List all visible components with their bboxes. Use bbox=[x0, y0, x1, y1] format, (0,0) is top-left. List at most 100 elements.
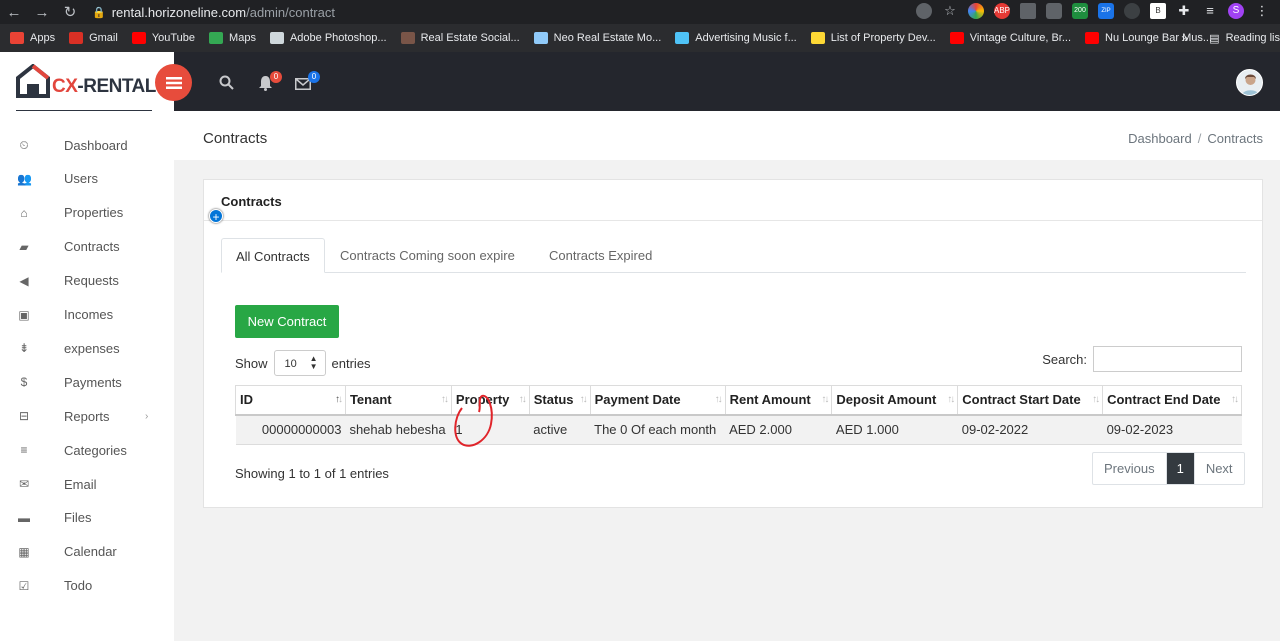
sidebar-item-email[interactable]: ✉ Email bbox=[0, 469, 174, 499]
bookmark-item[interactable]: Vintage Culture, Br... bbox=[949, 32, 1071, 44]
logo[interactable]: CX-RENTAL bbox=[16, 64, 156, 98]
breadcrumb-current: Contracts bbox=[1207, 131, 1263, 146]
table-search: Search: bbox=[1042, 346, 1242, 372]
sidebar-item-calendar[interactable]: ▦ Calendar bbox=[0, 537, 174, 567]
sidebar-item-reports[interactable]: ⊟ Reports › bbox=[0, 401, 174, 431]
cursor-extension-icon[interactable] bbox=[1124, 3, 1140, 19]
show-label: Show bbox=[235, 355, 268, 371]
reading-list[interactable]: ▤ Reading lis bbox=[1209, 32, 1280, 45]
profile-avatar[interactable]: S bbox=[1228, 3, 1244, 19]
bookmark-item[interactable]: Adobe Photoshop... bbox=[269, 32, 387, 44]
column-header-payment-date[interactable]: Payment Date ↑↓ bbox=[589, 385, 726, 416]
select-arrows-icon: ▲ ▼ bbox=[309, 354, 318, 371]
sidebar-item-categories[interactable]: ≡ Categories bbox=[0, 435, 174, 465]
pagination-page-1[interactable]: 1 bbox=[1165, 453, 1195, 484]
bookmark-item[interactable]: Gmail bbox=[69, 32, 118, 44]
sidebar-toggle-button[interactable] bbox=[155, 64, 192, 101]
contracts-tabs: All Contracts Contracts Coming soon expi… bbox=[221, 238, 1246, 273]
dollar-icon: $ bbox=[20, 375, 28, 390]
column-header-label: Rent Amount bbox=[729, 392, 811, 408]
tab-coming-soon-expire[interactable]: Contracts Coming soon expire bbox=[326, 238, 529, 273]
extension-icon[interactable] bbox=[1020, 3, 1036, 19]
column-header-contract-start-date[interactable]: Contract Start Date ↑↓ bbox=[957, 385, 1104, 416]
sidebar-item-requests[interactable]: ◀ Requests bbox=[0, 266, 174, 296]
sidebar-item-payments[interactable]: $ Payments bbox=[0, 367, 174, 397]
kebab-menu-icon[interactable]: ⋮ bbox=[1254, 3, 1270, 19]
sort-arrows-icon: ↑↓ bbox=[579, 394, 588, 405]
user-avatar[interactable] bbox=[1236, 69, 1263, 96]
zip-extension-icon[interactable]: ZIP bbox=[1098, 3, 1114, 19]
logo-text: CX-RENTAL bbox=[52, 76, 156, 98]
column-header-label: Deposit Amount bbox=[836, 392, 937, 408]
camera-icon[interactable] bbox=[1046, 3, 1062, 19]
puzzle-icon[interactable]: ✚ bbox=[1176, 3, 1192, 19]
bookmark-favicon-icon bbox=[10, 32, 24, 44]
bookmark-item[interactable]: Nu Lounge Bar Mus... bbox=[1085, 32, 1212, 44]
bookmark-item[interactable]: Real Estate Social... bbox=[400, 32, 520, 44]
column-header-label: Contract End Date bbox=[1107, 392, 1221, 408]
color-extension-icon[interactable] bbox=[968, 3, 984, 19]
sidebar-item-contracts[interactable]: ▰ Contracts bbox=[0, 232, 174, 262]
sidebar-item-dashboard[interactable]: ⏲ Dashboard bbox=[0, 130, 174, 160]
media-icon[interactable]: ≡ bbox=[1202, 3, 1218, 19]
browser-toolbar: ← → ↻ 🔒 rental.horizoneline.com/admin/co… bbox=[0, 0, 1280, 24]
lock-icon[interactable]: 🔒 bbox=[92, 6, 106, 19]
column-header-contract-end-date[interactable]: Contract End Date ↑↓ bbox=[1102, 385, 1242, 416]
back-icon[interactable]: ← bbox=[0, 4, 28, 21]
home-icon: ⌂ bbox=[20, 205, 28, 220]
pagination-next[interactable]: Next bbox=[1195, 453, 1244, 484]
column-header-deposit-amount[interactable]: Deposit Amount ↑↓ bbox=[831, 385, 959, 416]
b-extension-icon[interactable]: B bbox=[1150, 3, 1166, 19]
messages-badge: 0 bbox=[308, 71, 320, 83]
forward-icon[interactable]: → bbox=[28, 4, 56, 21]
column-header-rent-amount[interactable]: Rent Amount ↑↓ bbox=[724, 385, 833, 416]
column-header-tenant[interactable]: Tenant ↑↓ bbox=[344, 385, 452, 416]
page-header bbox=[174, 111, 1280, 160]
sidebar-item-todo[interactable]: ☑ Todo bbox=[0, 571, 174, 601]
page-title: Contracts bbox=[203, 130, 268, 147]
adblock-icon[interactable]: ABP bbox=[994, 3, 1010, 19]
bookmark-favicon-icon bbox=[269, 32, 284, 44]
menu-icon bbox=[165, 76, 182, 89]
column-header-id[interactable]: ID ↑↓ bbox=[235, 385, 346, 416]
sidebar-item-label: expenses bbox=[64, 340, 120, 356]
bookmark-item[interactable]: YouTube bbox=[131, 32, 195, 44]
reload-icon[interactable]: ↻ bbox=[56, 3, 84, 21]
page-length-select[interactable]: 10 ▲ ▼ bbox=[273, 350, 326, 376]
bookmarks-overflow-icon[interactable]: » bbox=[1181, 31, 1188, 45]
sidebar-item-label: Calendar bbox=[64, 544, 117, 560]
counter-extension-icon[interactable]: 200 bbox=[1072, 3, 1088, 19]
tab-all-contracts[interactable]: All Contracts bbox=[221, 238, 325, 273]
bookmark-item[interactable]: Apps bbox=[10, 32, 55, 44]
calendar-icon: ▦ bbox=[18, 544, 30, 559]
address-bar[interactable]: rental.horizoneline.com/admin/contract bbox=[112, 5, 335, 20]
search-icon[interactable] bbox=[219, 75, 234, 95]
search-input[interactable] bbox=[1093, 346, 1242, 372]
sidebar-item-expenses[interactable]: ⇟ expenses bbox=[0, 333, 174, 363]
new-contract-button[interactable]: New Contract bbox=[235, 305, 339, 338]
bookmark-item[interactable]: Advertising Music f... bbox=[675, 32, 797, 44]
sidebar-item-users[interactable]: 👥 Users bbox=[0, 164, 174, 194]
breadcrumb-dashboard-link[interactable]: Dashboard bbox=[1128, 131, 1192, 146]
sidebar-item-files[interactable]: ▬ Files bbox=[0, 503, 174, 533]
pagination-previous[interactable]: Previous bbox=[1093, 453, 1166, 484]
envelope-icon: ✉ bbox=[18, 477, 30, 491]
book-icon: ▰ bbox=[19, 239, 29, 254]
star-icon[interactable]: ☆ bbox=[942, 3, 958, 19]
page-length-control: Show 10 ▲ ▼ entries bbox=[235, 350, 371, 376]
column-header-status[interactable]: Status ↑↓ bbox=[528, 385, 591, 416]
sidebar-item-label: Todo bbox=[64, 578, 93, 594]
expand-row-icon[interactable]: + bbox=[209, 209, 223, 224]
tab-contracts-expired[interactable]: Contracts Expired bbox=[535, 238, 666, 273]
bookmark-favicon-icon bbox=[400, 32, 415, 44]
bookmark-item[interactable]: Maps bbox=[209, 32, 256, 44]
sort-arrows-icon: ↑↓ bbox=[947, 394, 955, 405]
bookmark-item[interactable]: Neo Real Estate Mo... bbox=[533, 32, 661, 44]
app-header bbox=[0, 52, 1280, 111]
bookmark-item[interactable]: List of Property Dev... bbox=[810, 32, 936, 44]
share-icon[interactable] bbox=[916, 3, 932, 19]
table-row[interactable]: 00000000003 shehab hebesha 1 active The 0 Of… bbox=[235, 414, 1242, 445]
sidebar-item-properties[interactable]: ⌂ Properties bbox=[0, 198, 174, 228]
sidebar-item-incomes[interactable]: ▣ Incomes bbox=[0, 300, 174, 330]
bookmark-favicon-icon bbox=[1085, 32, 1100, 44]
